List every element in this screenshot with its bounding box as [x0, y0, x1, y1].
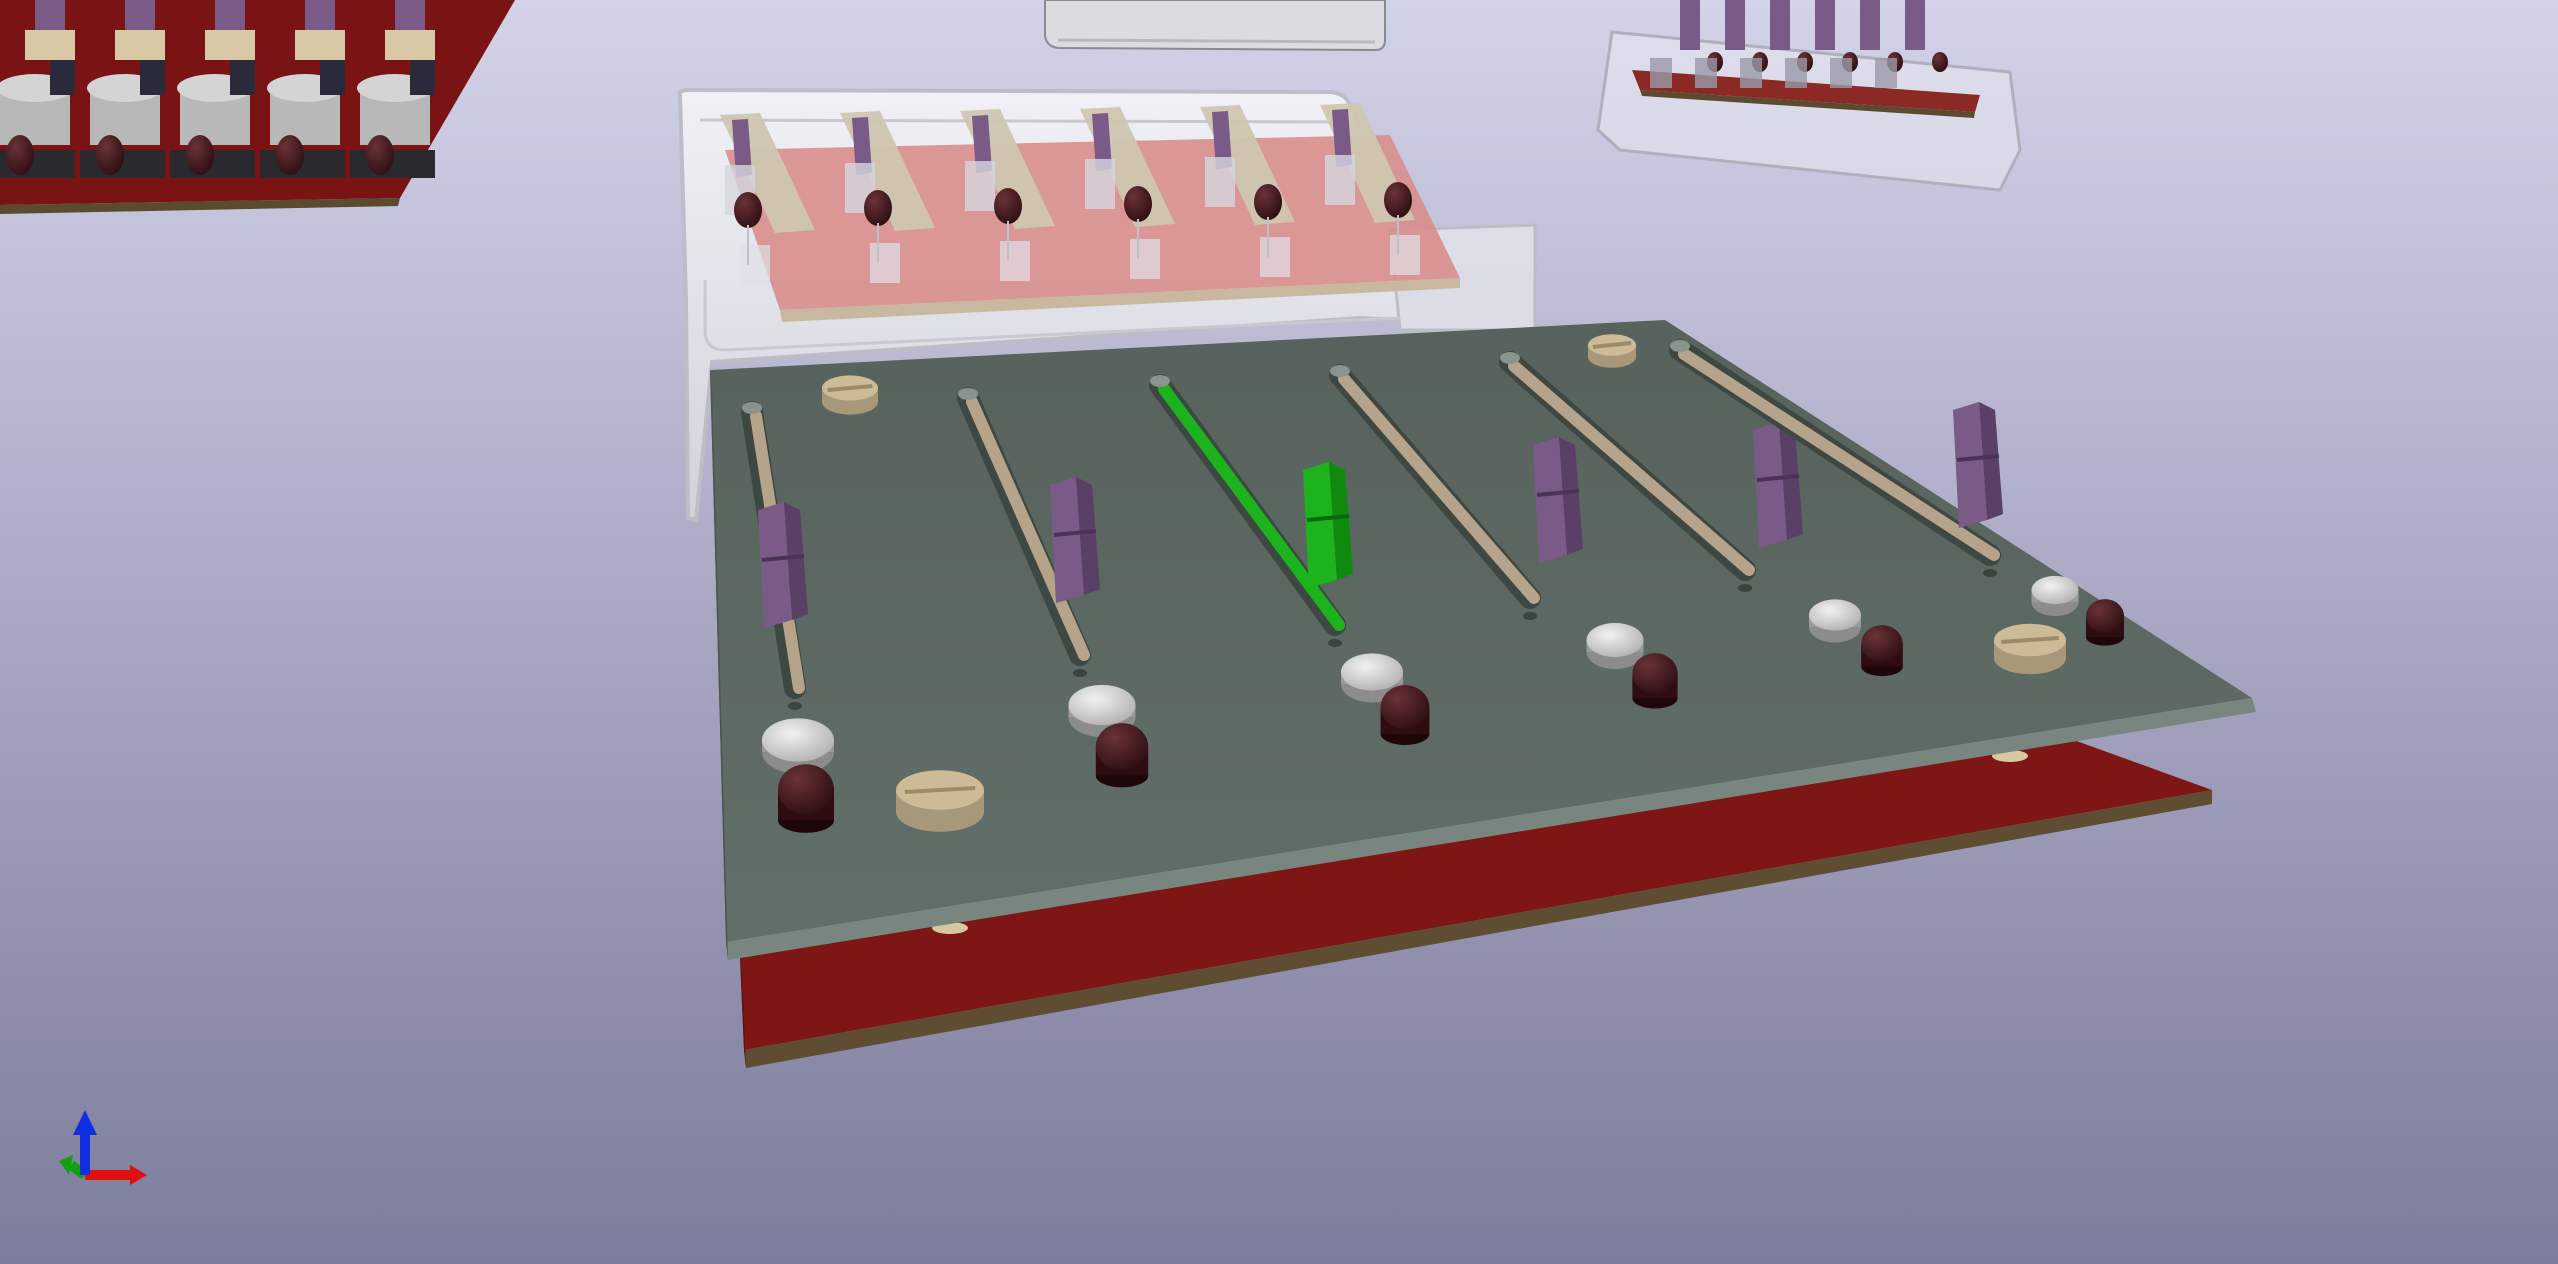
slot-hole [1328, 639, 1342, 647]
push-button-cap[interactable] [2031, 575, 2079, 605]
fader-knob [215, 0, 245, 35]
connector [410, 60, 435, 95]
fader-knob [305, 0, 335, 35]
slot-hole [1738, 584, 1752, 592]
capacitor [965, 161, 995, 211]
led [734, 192, 762, 228]
capacitor [1205, 157, 1235, 207]
led-indicator[interactable] [778, 764, 834, 815]
led [1932, 52, 1948, 72]
slot-hole [788, 702, 802, 710]
fader-knob [1680, 0, 1700, 50]
fader-knob [1770, 0, 1790, 50]
switch [1000, 241, 1030, 281]
led [1124, 186, 1152, 222]
push-button-cap[interactable] [1809, 599, 1861, 631]
capacitor [1085, 159, 1115, 209]
capacitor [1325, 155, 1355, 205]
led-indicator[interactable] [1095, 723, 1149, 771]
push-button-cap[interactable] [762, 718, 834, 762]
enclosure-lid-top[interactable] [1044, 0, 1386, 52]
button [1785, 58, 1807, 88]
fader-knob [35, 0, 65, 35]
fader-knob [1860, 0, 1880, 50]
slot-hole [1330, 365, 1350, 377]
slot-hole [742, 402, 762, 414]
switch [870, 243, 900, 283]
fader-body [385, 30, 435, 60]
switch [1260, 237, 1290, 277]
slot-hole [1983, 569, 1997, 577]
switch [1130, 239, 1160, 279]
slot-hole [1523, 612, 1537, 620]
led-indicator[interactable] [1380, 685, 1430, 730]
led [6, 135, 34, 175]
slot-hole [1073, 669, 1087, 677]
slot-hole [1670, 340, 1690, 352]
connector [320, 60, 345, 95]
3d-viewport[interactable] [0, 0, 2558, 1264]
slot-hole [1500, 352, 1520, 364]
led-indicator[interactable] [2086, 599, 2124, 634]
switch [740, 245, 770, 285]
fader-body [205, 30, 255, 60]
slot-hole [958, 388, 978, 400]
led [96, 135, 124, 175]
panel-screw [896, 770, 984, 832]
led-indicator[interactable] [1861, 625, 1903, 663]
led [1254, 184, 1282, 220]
fader-knob [395, 0, 425, 35]
push-button-cap[interactable] [1341, 653, 1403, 691]
connector [50, 60, 75, 95]
button [1830, 58, 1852, 88]
led-indicator[interactable] [1632, 653, 1678, 694]
connector [140, 60, 165, 95]
slot-hole [1150, 375, 1170, 387]
fader-body [115, 30, 165, 60]
led [994, 188, 1022, 224]
led [1384, 182, 1412, 218]
panel-screw [1588, 334, 1636, 368]
push-button-cap[interactable] [1586, 622, 1644, 658]
led [276, 135, 304, 175]
connector [230, 60, 255, 95]
led [864, 190, 892, 226]
led [366, 135, 394, 175]
3d-scene[interactable] [0, 0, 2558, 1264]
fader-knob [1905, 0, 1925, 50]
panel-screw [1994, 623, 2066, 675]
button [1740, 58, 1762, 88]
fader-body [295, 30, 345, 60]
button [1875, 58, 1897, 88]
fader-knob [1815, 0, 1835, 50]
button [1650, 58, 1672, 88]
panel-screw [822, 375, 878, 415]
fader-knob [125, 0, 155, 35]
button [1695, 58, 1717, 88]
fader-knob [1725, 0, 1745, 50]
switch [1390, 235, 1420, 275]
fader-body [25, 30, 75, 60]
push-button-cap[interactable] [1068, 684, 1136, 726]
led [186, 135, 214, 175]
